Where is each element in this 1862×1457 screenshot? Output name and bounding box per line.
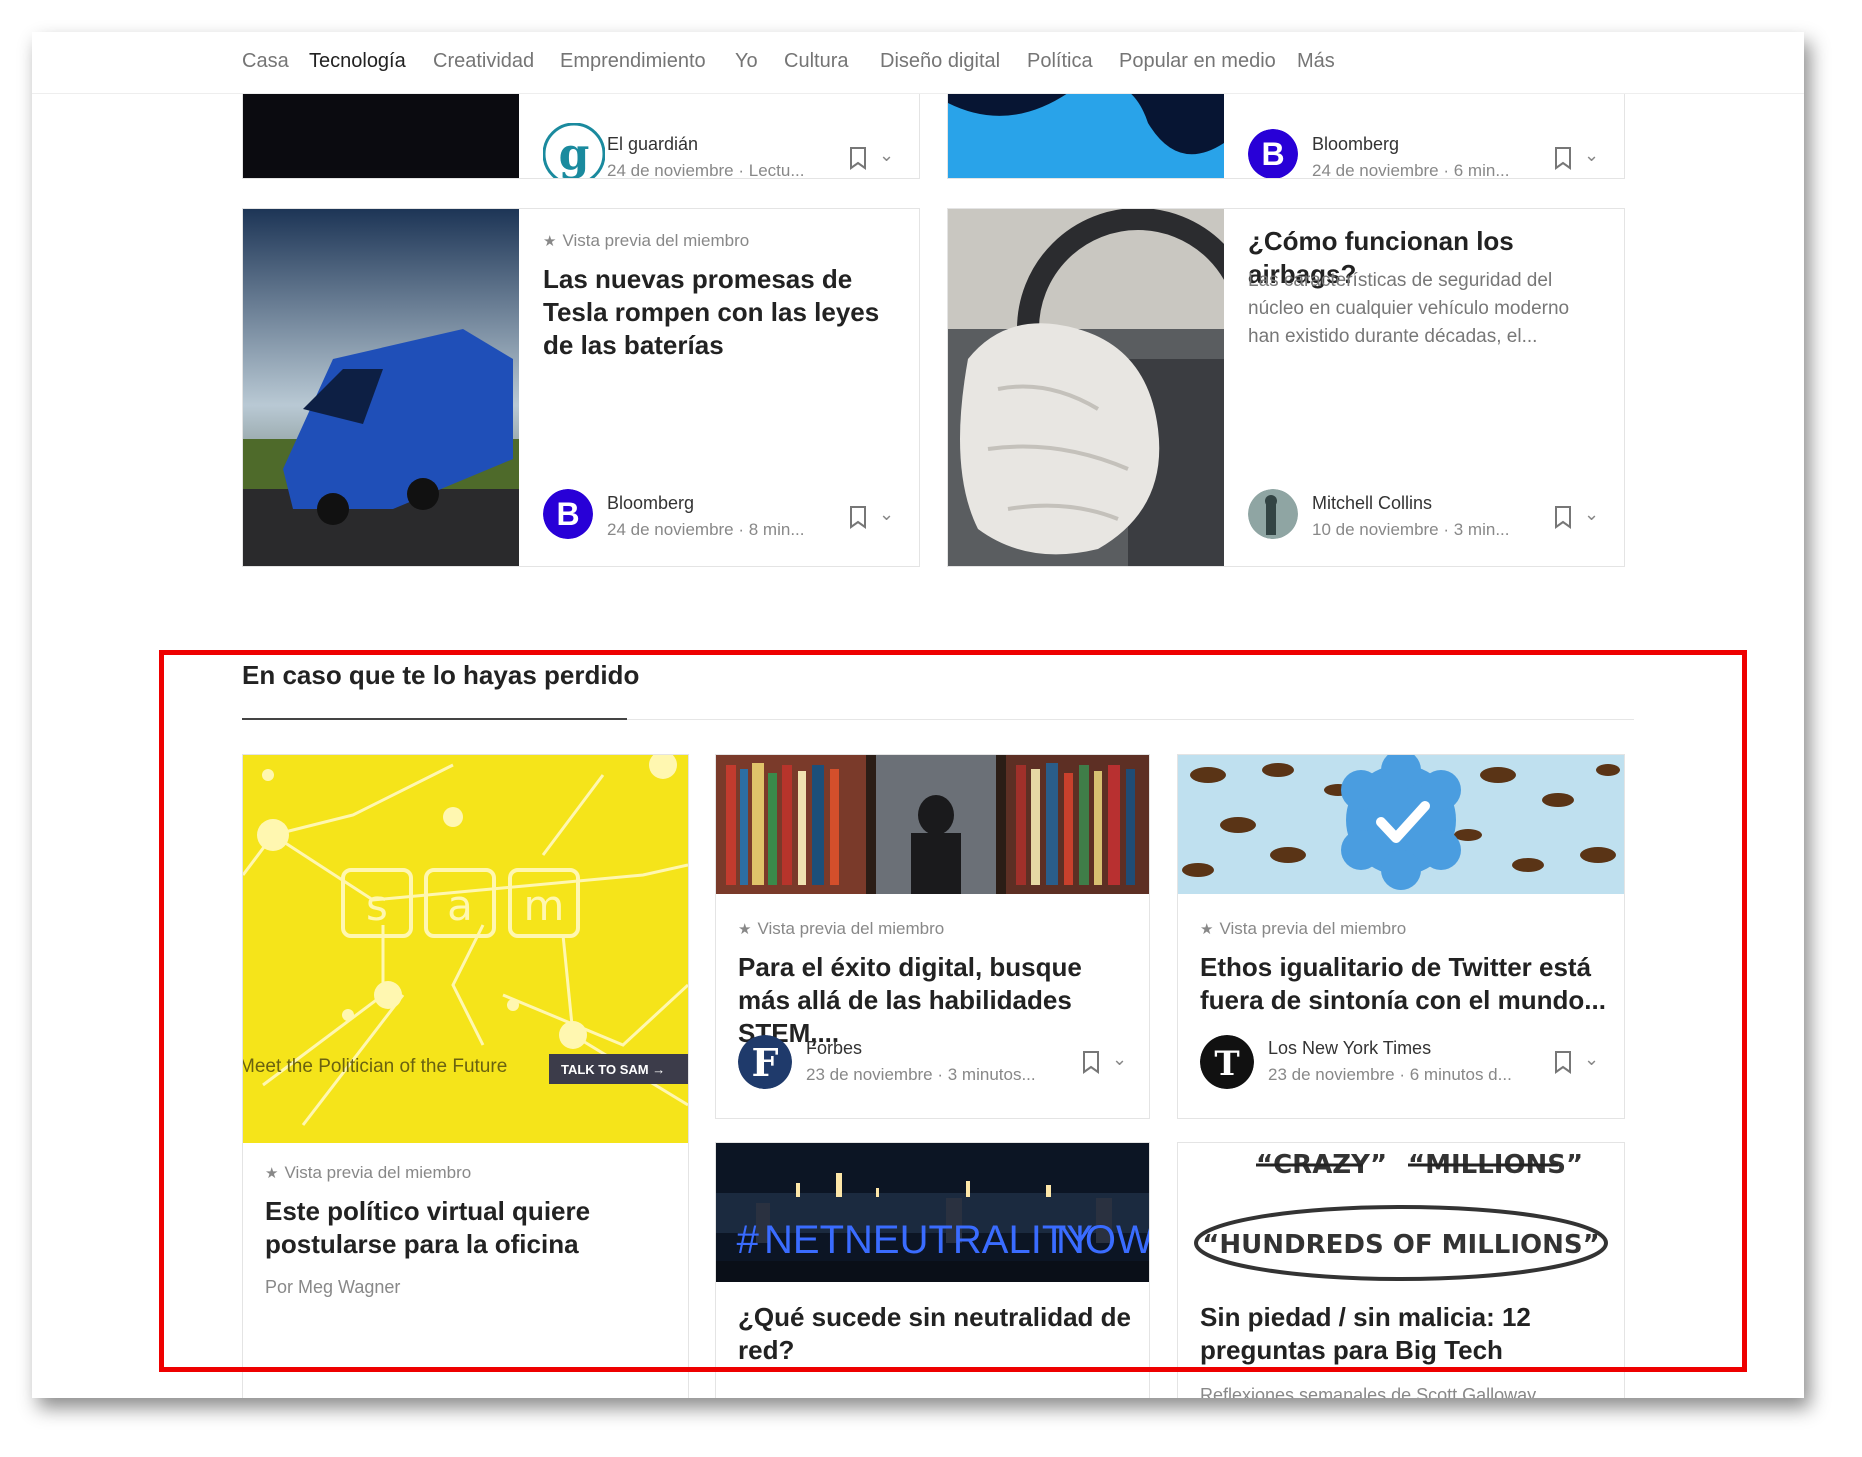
svg-text:Meet the Politician of the Fut: Meet the Politician of the Future [243,1056,507,1077]
topic-nav: Casa Tecnología Creatividad Emprendimien… [32,32,1804,94]
star-icon: ★ [1200,921,1214,938]
svg-text:TALK TO SAM →: TALK TO SAM → [561,1062,665,1077]
publish-meta: 24 de noviembre · Lectu... [607,161,805,179]
chevron-down-icon[interactable]: ⌄ [879,504,894,525]
nav-item-emprendimiento[interactable]: Emprendimiento [560,50,706,73]
publish-meta: 24 de noviembre · 8 min... [607,520,805,539]
nav-item-politica[interactable]: Política [1027,50,1093,73]
svg-text:a: a [447,881,473,930]
star-icon: ★ [265,1165,279,1182]
publisher-name[interactable]: Forbes [806,1038,862,1059]
chevron-down-icon[interactable]: ⌄ [1112,1049,1127,1070]
bookmark-icon[interactable] [1554,505,1572,529]
forbes-logo-icon: F [738,1035,792,1089]
section-underline [242,718,627,720]
airbag-image [948,209,1224,566]
bookmark-icon[interactable] [849,146,867,170]
publisher-name[interactable]: Bloomberg [1312,134,1399,155]
publisher-name[interactable]: Reflexiones semanales de Scott Galloway [1200,1385,1536,1398]
article-card-twitter[interactable]: ★ Vista previa del miembro Ethos igualita… [1177,754,1625,1119]
nav-item-casa[interactable]: Casa [242,50,289,73]
nav-item-yo[interactable]: Yo [735,50,758,73]
member-preview-badge: ★ Vista previa del miembro [738,919,945,938]
publish-meta: 24 de noviembre · 6 min... [1312,161,1510,179]
article-title[interactable]: Las nuevas promesas de Tesla rompen con … [543,263,893,362]
nav-item-creatividad[interactable]: Creatividad [433,50,534,73]
article-title[interactable]: ¿Qué sucede sin neutralidad de red? [738,1301,1138,1367]
bloomberg-logo-icon: B [543,489,593,539]
svg-text:m: m [524,881,565,930]
article-description: Las características de seguridad del núc… [1248,270,1570,347]
article-title[interactable]: Ethos igualitario de Twitter está fuera … [1200,951,1610,1017]
svg-text:g: g [559,129,590,179]
nav-item-diseno-digital[interactable]: Diseño digital [880,50,1000,73]
chevron-down-icon[interactable]: ⌄ [1584,1049,1599,1070]
publish-meta: 23 de noviembre · 6 minutos d... [1268,1065,1512,1084]
sam-politician-image: s a m Meet the Politician of the Future … [243,755,688,1143]
article-card-tesla[interactable]: ★ Vista previa del miembro Las nuevas pro… [242,208,920,567]
member-preview-badge: ★ Vista previa del miembro [1200,919,1407,938]
net-neutrality-protest-image: # NET NEUTRALITY NOW [716,1143,1149,1282]
article-card-airbags[interactable]: ¿Cómo funcionan los airbags? Las caracte… [947,208,1625,567]
member-preview-badge: ★ Vista previa del miembro [265,1163,472,1182]
star-icon: ★ [738,921,752,938]
byline[interactable]: Por Meg Wagner [265,1277,400,1298]
article-title[interactable]: Este político virtual quiere postularse … [265,1195,665,1261]
svg-text:T: T [1214,1044,1239,1084]
publish-meta: 10 de noviembre · 3 min... [1312,520,1510,539]
nav-item-cultura[interactable]: Cultura [784,50,848,73]
nav-item-tecnologia[interactable]: Tecnología [309,50,406,73]
article-card-stem[interactable]: ★ Vista previa del miembro Para el éxito … [715,754,1150,1119]
svg-text:NET: NET [764,1218,844,1262]
library-image [716,755,1149,894]
bloomberg-logo-icon: B [1248,129,1298,178]
bookmark-icon[interactable] [1082,1050,1100,1074]
svg-text:#: # [736,1218,759,1262]
publisher-name[interactable]: Los New York Times [1268,1038,1431,1059]
guardian-logo-icon: g [543,123,605,179]
nav-item-mas[interactable]: Más [1297,50,1335,73]
svg-text:B: B [556,496,579,532]
bookmark-icon[interactable] [849,505,867,529]
svg-text:NOW: NOW [1056,1218,1149,1262]
nyt-logo-icon: T [1200,1035,1254,1089]
article-card-galloway[interactable]: “CRAZY” “MILLIONS” “HUNDREDS OF MILLIONS… [1177,1142,1625,1398]
bookmark-icon[interactable] [1554,146,1572,170]
publisher-name[interactable]: El guardián [607,134,698,155]
svg-text:“HUNDREDS OF MILLIONS”: “HUNDREDS OF MILLIONS” [1202,1230,1599,1260]
hundreds-of-millions-image: “CRAZY” “MILLIONS” “HUNDREDS OF MILLIONS… [1178,1143,1624,1282]
author-avatar [1248,489,1298,539]
svg-text:B: B [1261,136,1284,172]
publisher-name[interactable]: Bloomberg [607,493,694,514]
member-preview-badge: ★ Vista previa del miembro [543,231,750,250]
browser-page: Casa Tecnología Creatividad Emprendimien… [32,32,1804,1398]
svg-text:s: s [366,881,388,930]
twitter-verified-cockroach-image [1178,755,1624,894]
tesla-truck-image [243,209,519,566]
article-title[interactable]: Para el éxito digital, busque más allá d… [738,951,1138,1050]
section-title: En caso que te lo hayas perdido [242,660,640,690]
article-title[interactable]: Sin piedad / sin malicia: 12 preguntas p… [1200,1301,1610,1367]
chevron-down-icon[interactable]: ⌄ [1584,504,1599,525]
author-name[interactable]: Mitchell Collins [1312,493,1432,514]
star-icon: ★ [543,233,557,250]
bookmark-icon[interactable] [1554,1050,1572,1074]
chevron-down-icon[interactable]: ⌄ [879,145,894,166]
article-card-net-neutrality[interactable]: # NET NEUTRALITY NOW ¿Qué sucede sin neu… [715,1142,1150,1398]
article-card-sam[interactable]: s a m Meet the Politician of the Future … [242,754,689,1398]
publish-meta: 23 de noviembre · 3 minutos... [806,1065,1036,1084]
chevron-down-icon[interactable]: ⌄ [1584,145,1599,166]
svg-text:F: F [752,1040,779,1085]
nav-item-popular[interactable]: Popular en medio [1119,50,1276,73]
